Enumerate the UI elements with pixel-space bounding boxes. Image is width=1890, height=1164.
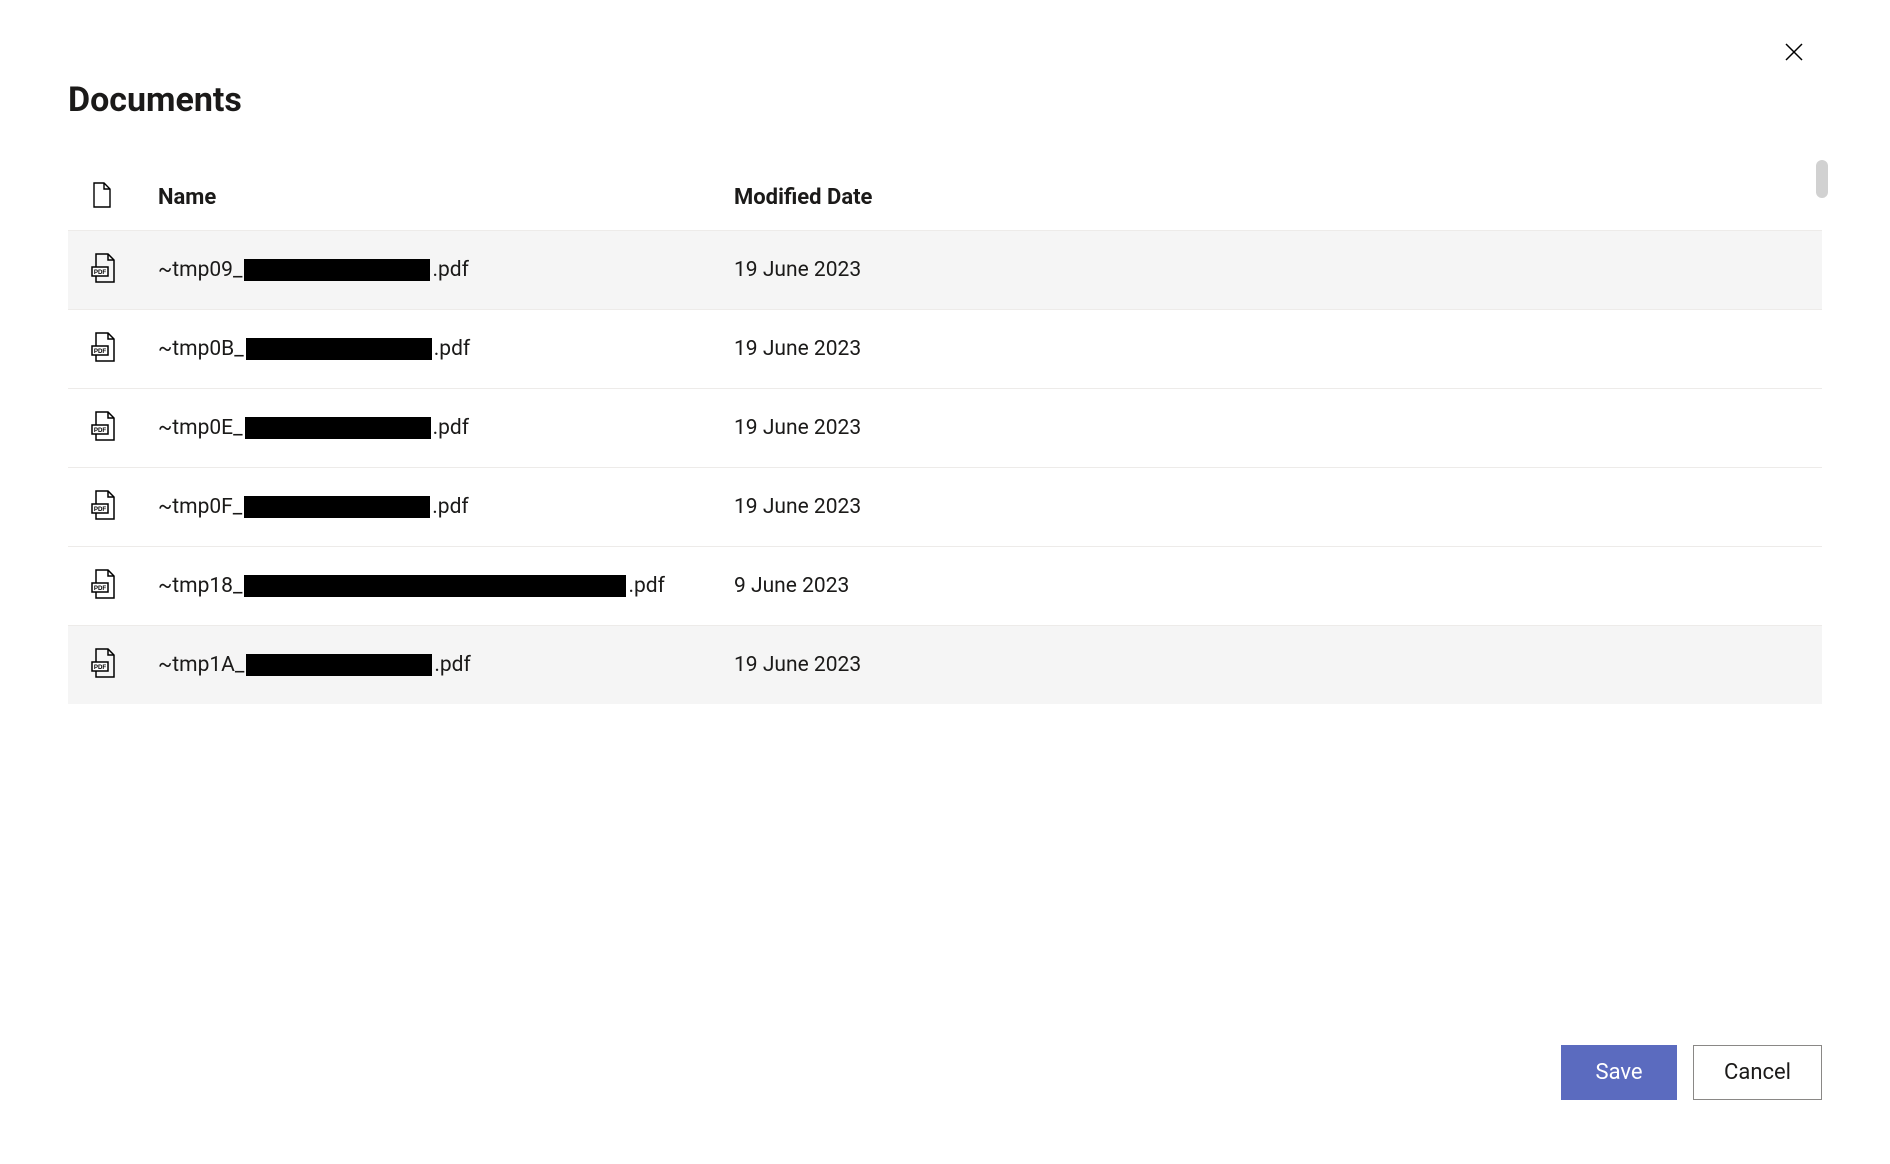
- table-body: PDF ~tmp09_ .pdf 19 June 2023 PDF ~tmp0B_ .pdf…: [68, 231, 1822, 704]
- file-type-icon: [90, 182, 112, 212]
- file-name-cell: ~tmp09_ .pdf: [158, 258, 718, 282]
- redacted-segment: [244, 259, 430, 281]
- pdf-icon: PDF: [90, 490, 116, 524]
- file-icon-cell: PDF: [84, 332, 158, 366]
- file-name-suffix: .pdf: [432, 495, 468, 519]
- file-name-suffix: .pdf: [432, 258, 468, 282]
- file-modified-cell: 19 June 2023: [718, 337, 1822, 361]
- redacted-segment: [245, 417, 431, 439]
- file-modified-cell: 19 June 2023: [718, 653, 1822, 677]
- table-row[interactable]: PDF ~tmp18_ .pdf 9 June 2023: [68, 547, 1822, 626]
- table-row[interactable]: PDF ~tmp0E_ .pdf 19 June 2023: [68, 389, 1822, 468]
- save-button[interactable]: Save: [1561, 1045, 1677, 1100]
- column-header-type[interactable]: [84, 182, 158, 212]
- file-modified-cell: 19 June 2023: [718, 416, 1822, 440]
- file-name-prefix: ~tmp0F_: [158, 495, 242, 519]
- cancel-button[interactable]: Cancel: [1693, 1045, 1822, 1100]
- file-name-cell: ~tmp0E_ .pdf: [158, 416, 718, 440]
- file-modified-cell: 19 June 2023: [718, 495, 1822, 519]
- scrollbar-thumb[interactable]: [1816, 160, 1828, 198]
- redacted-segment: [244, 496, 430, 518]
- pdf-icon: PDF: [90, 648, 116, 682]
- svg-text:PDF: PDF: [94, 348, 107, 355]
- pdf-icon: PDF: [90, 411, 116, 445]
- redacted-segment: [246, 654, 432, 676]
- file-name-prefix: ~tmp1A_: [158, 653, 244, 677]
- close-icon: [1782, 40, 1806, 68]
- svg-text:PDF: PDF: [94, 427, 107, 434]
- dialog-footer: Save Cancel: [1561, 1045, 1822, 1100]
- file-name-cell: ~tmp0F_ .pdf: [158, 495, 718, 519]
- file-icon-cell: PDF: [84, 648, 158, 682]
- file-name-cell: ~tmp0B_ .pdf: [158, 337, 718, 361]
- file-name-suffix: .pdf: [434, 653, 470, 677]
- column-header-modified[interactable]: Modified Date: [718, 185, 1822, 210]
- svg-text:PDF: PDF: [94, 664, 107, 671]
- column-header-name[interactable]: Name: [158, 185, 718, 210]
- file-name-suffix: .pdf: [434, 337, 470, 361]
- file-name-cell: ~tmp1A_ .pdf: [158, 653, 718, 677]
- redacted-segment: [244, 575, 626, 597]
- table-row[interactable]: PDF ~tmp0F_ .pdf 19 June 2023: [68, 468, 1822, 547]
- table-row[interactable]: PDF ~tmp0B_ .pdf 19 June 2023: [68, 310, 1822, 389]
- file-name-prefix: ~tmp18_: [158, 574, 242, 598]
- file-icon-cell: PDF: [84, 253, 158, 287]
- file-modified-cell: 9 June 2023: [718, 574, 1822, 598]
- svg-text:PDF: PDF: [94, 585, 107, 592]
- documents-dialog: Documents Name Modified Date PDF~tmp09_.…: [20, 20, 1870, 1144]
- table-header-row: Name Modified Date: [68, 164, 1822, 231]
- pdf-icon: PDF: [90, 253, 116, 287]
- file-name-suffix: .pdf: [433, 416, 469, 440]
- pdf-icon: PDF: [90, 569, 116, 603]
- redacted-segment: [246, 338, 432, 360]
- file-icon-cell: PDF: [84, 490, 158, 524]
- table-row[interactable]: PDF ~tmp09_ .pdf 19 June 2023: [68, 231, 1822, 310]
- close-button[interactable]: [1778, 38, 1810, 70]
- table-row[interactable]: PDF ~tmp1A_ .pdf 19 June 2023: [68, 626, 1822, 704]
- file-name-cell: ~tmp18_ .pdf: [158, 574, 718, 598]
- svg-text:PDF: PDF: [94, 269, 107, 276]
- file-name-prefix: ~tmp09_: [158, 258, 242, 282]
- file-icon-cell: PDF: [84, 411, 158, 445]
- dialog-title: Documents: [68, 80, 1822, 120]
- svg-text:PDF: PDF: [94, 506, 107, 513]
- pdf-icon: PDF: [90, 332, 116, 366]
- file-name-prefix: ~tmp0B_: [158, 337, 244, 361]
- file-modified-cell: 19 June 2023: [718, 258, 1822, 282]
- file-table-wrapper: Name Modified Date PDF ~tmp09_ .pdf 19 June…: [68, 164, 1822, 704]
- file-name-prefix: ~tmp0E_: [158, 416, 243, 440]
- file-name-suffix: .pdf: [628, 574, 664, 598]
- file-icon-cell: PDF: [84, 569, 158, 603]
